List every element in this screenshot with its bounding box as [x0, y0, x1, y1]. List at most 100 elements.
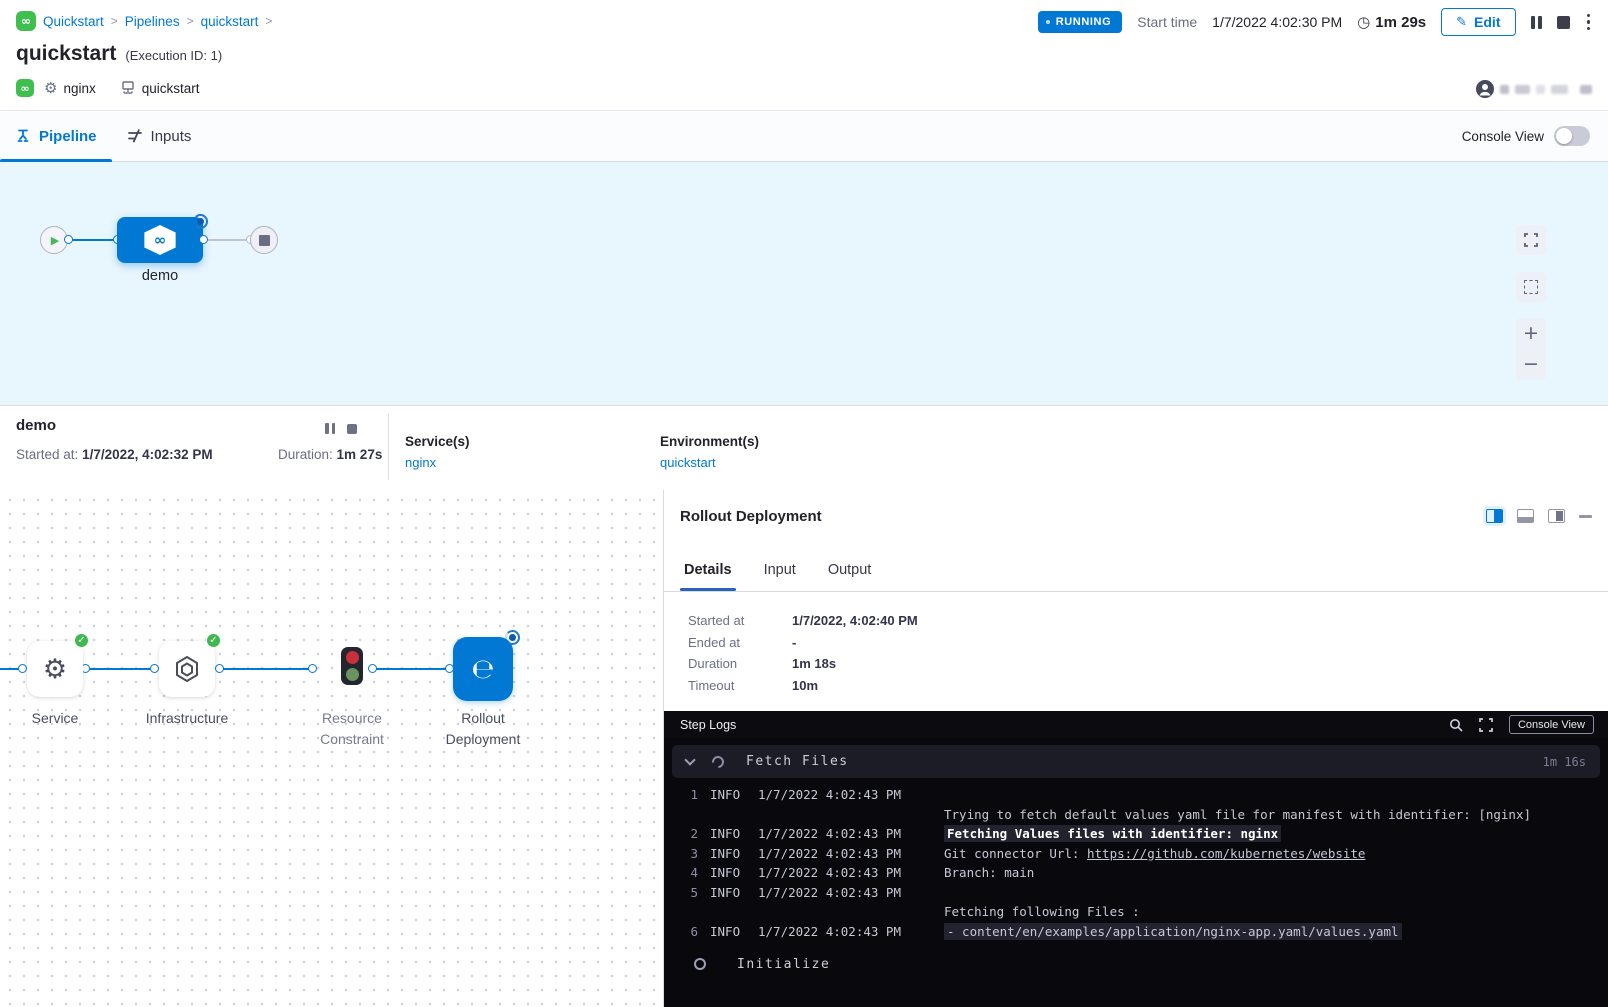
- environment-link[interactable]: quickstart: [660, 455, 759, 470]
- status-badge: RUNNING: [1038, 11, 1123, 33]
- edit-button[interactable]: ✎ Edit: [1441, 8, 1515, 36]
- breadcrumb: ∞ Quickstart > Pipelines > quickstart >: [16, 11, 272, 31]
- detail-label: Timeout: [688, 678, 792, 693]
- edge-port: [308, 664, 317, 673]
- step-panel-title: Rollout Deployment: [680, 508, 822, 525]
- redacted-text: [1551, 85, 1568, 94]
- pipeline-end-node[interactable]: [250, 226, 278, 254]
- environments-block: Environment(s) quickstart: [660, 434, 759, 470]
- environments-label: Environment(s): [660, 434, 759, 449]
- step-details: Started at 1/7/2022, 4:02:40 PM Ended at…: [664, 592, 1608, 711]
- minimize-panel-button[interactable]: [1579, 515, 1592, 518]
- breadcrumb-link-quickstart[interactable]: Quickstart: [43, 14, 104, 29]
- infrastructure-hexagon-icon: [173, 655, 201, 683]
- step-logs-body[interactable]: Fetch Files 1m 16s 1INFO1/7/2022 4:02:43…: [664, 738, 1608, 1007]
- app-root: ∞ Quickstart > Pipelines > quickstart > …: [0, 0, 1608, 1007]
- play-icon: ▶: [51, 234, 59, 247]
- log-section-duration: 1m 16s: [1543, 755, 1586, 769]
- traffic-light-red: [346, 651, 359, 664]
- service-tag[interactable]: ⚙ nginx: [44, 79, 96, 97]
- services-block: Service(s) nginx: [405, 434, 470, 470]
- edge: [85, 668, 153, 670]
- tab-output[interactable]: Output: [828, 562, 872, 591]
- stage-graph-canvas[interactable]: ▶ ∞ demo + −: [0, 162, 1608, 405]
- detail-row: Duration 1m 18s: [688, 656, 1608, 671]
- traffic-light-green: [346, 668, 359, 681]
- step-panel-tabs: Details Input Output: [664, 542, 1608, 592]
- layout-split-right-button[interactable]: [1486, 509, 1503, 523]
- chevron-right-icon: >: [265, 14, 272, 28]
- expand-logs-icon[interactable]: [1479, 718, 1493, 732]
- meta-row: ∞ ⚙ nginx quickstart: [16, 79, 214, 97]
- console-view-toggle[interactable]: [1554, 126, 1590, 146]
- execution-graph-canvas[interactable]: ⚙ ✓ Service ✓ Infrastructure Resource Co…: [0, 490, 663, 1007]
- inputs-icon: [127, 128, 143, 144]
- redacted-text: [1580, 85, 1592, 94]
- section-spinner-icon: [710, 753, 727, 770]
- duration-label: Duration:: [278, 447, 333, 462]
- search-icon[interactable]: [1449, 718, 1463, 732]
- elapsed-time: ◷ 1m 29s: [1357, 13, 1426, 31]
- cd-stage-hexagon-icon: ∞: [143, 225, 177, 255]
- breadcrumb-link-pipeline-name[interactable]: quickstart: [201, 14, 259, 29]
- step-node-rollout-deployment[interactable]: ℮: [453, 637, 513, 701]
- stage-started-at: Started at: 1/7/2022, 4:02:32 PM: [16, 447, 213, 462]
- canvas-marquee-select-button[interactable]: [1516, 272, 1546, 302]
- tab-input[interactable]: Input: [764, 562, 796, 591]
- header: ∞ Quickstart > Pipelines > quickstart > …: [0, 0, 1608, 110]
- breadcrumb-link-pipelines[interactable]: Pipelines: [125, 14, 180, 29]
- tab-pipeline[interactable]: Pipeline: [0, 111, 112, 161]
- step-logs-title: Step Logs: [680, 718, 736, 732]
- page-title: quickstart: [16, 42, 116, 66]
- abort-execution-button[interactable]: [1557, 16, 1570, 29]
- layout-split-bottom-button[interactable]: [1517, 509, 1534, 523]
- edge-port: [368, 664, 377, 673]
- redacted-text: [1536, 85, 1545, 94]
- step-logs-actions: Console View: [1449, 715, 1594, 734]
- tab-pipeline-label: Pipeline: [39, 128, 97, 145]
- started-at-value: 1/7/2022, 4:02:32 PM: [82, 447, 213, 462]
- canvas-fullscreen-button[interactable]: [1516, 225, 1546, 255]
- zoom-out-button[interactable]: −: [1516, 349, 1546, 380]
- stage-pause-button[interactable]: [325, 423, 335, 434]
- execution-id: (Execution ID: 1): [125, 48, 222, 63]
- step-logs-header: Step Logs Console View: [664, 711, 1608, 738]
- tab-details[interactable]: Details: [684, 562, 732, 591]
- step-node-service[interactable]: ⚙: [27, 641, 83, 697]
- log-lines: 1INFO1/7/2022 4:02:43 PMTrying to fetch …: [664, 781, 1608, 941]
- started-at-label: Started at:: [16, 447, 78, 462]
- stage-stop-button[interactable]: [347, 424, 357, 434]
- step-node-resource-constraint[interactable]: [341, 647, 363, 685]
- edge-demo-to-end: [208, 239, 250, 241]
- layout-pane-button[interactable]: [1548, 509, 1565, 523]
- tab-inputs[interactable]: Inputs: [112, 111, 207, 161]
- execution-detail-split: ⚙ ✓ Service ✓ Infrastructure Resource Co…: [0, 490, 1608, 1007]
- zoom-in-button[interactable]: +: [1516, 318, 1546, 349]
- running-spinner-badge: [193, 214, 208, 229]
- more-options-menu[interactable]: [1585, 12, 1593, 33]
- step-node-infrastructure[interactable]: [159, 641, 215, 697]
- avatar[interactable]: [1476, 80, 1494, 98]
- edge: [0, 668, 20, 670]
- service-link[interactable]: nginx: [405, 455, 470, 470]
- edge-start-to-demo: [68, 239, 117, 241]
- logs-console-view-button[interactable]: Console View: [1509, 715, 1594, 734]
- chevron-right-icon: >: [187, 14, 194, 28]
- environment-tag[interactable]: quickstart: [120, 80, 200, 96]
- redacted-text: [1515, 85, 1530, 94]
- log-line: Fetching following Files :: [664, 902, 1608, 922]
- environment-tag-label: quickstart: [142, 81, 200, 96]
- log-section-fetch-files[interactable]: Fetch Files 1m 16s: [672, 745, 1600, 778]
- detail-label: Ended at: [688, 635, 792, 650]
- stage-name: demo: [16, 417, 56, 434]
- log-section-initialize[interactable]: Initialize: [664, 949, 1608, 979]
- pencil-icon: ✎: [1456, 15, 1467, 30]
- marquee-icon: [1524, 280, 1538, 294]
- detail-row: Started at 1/7/2022, 4:02:40 PM: [688, 613, 1608, 628]
- console-view-label: Console View: [1462, 129, 1544, 144]
- stage-node-demo[interactable]: ∞: [117, 217, 203, 263]
- detail-row: Timeout 10m: [688, 678, 1608, 693]
- log-link[interactable]: https://github.com/kubernetes/website: [1087, 846, 1365, 861]
- services-label: Service(s): [405, 434, 470, 449]
- pause-execution-button[interactable]: [1531, 16, 1542, 29]
